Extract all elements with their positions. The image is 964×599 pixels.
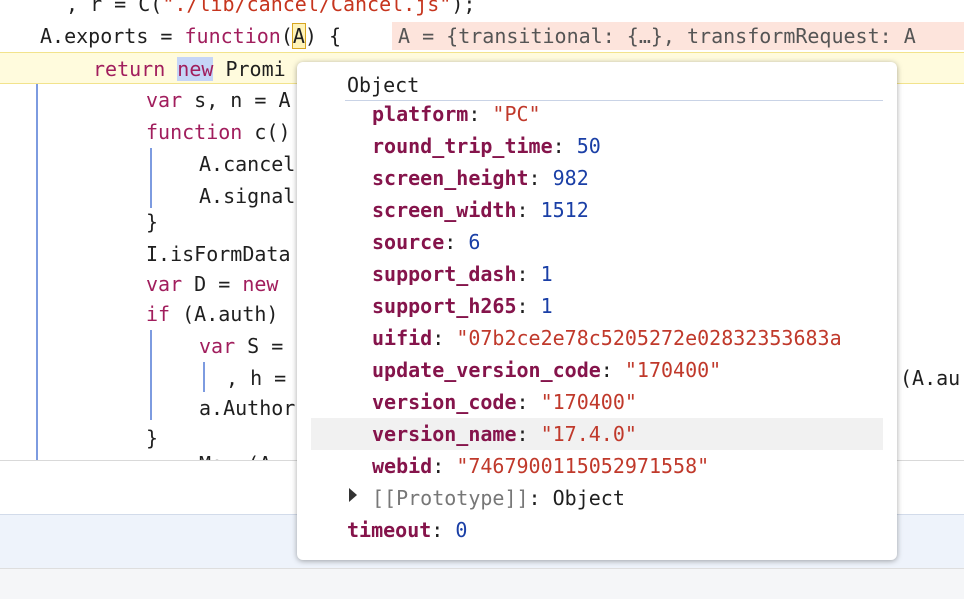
code-line: function c()	[146, 120, 291, 144]
property-value: 982	[552, 166, 589, 190]
property-row[interactable]: platform: "PC"	[372, 98, 541, 130]
timeout-property[interactable]: timeout: 0	[347, 514, 467, 546]
property-key: support_dash	[372, 262, 517, 286]
property-key: version_name	[372, 422, 517, 446]
expand-triangle-icon[interactable]	[349, 488, 357, 502]
code-line: a.Author	[199, 396, 296, 420]
code-line: , r = C("./lib/cancel/Cancel.js");	[66, 0, 476, 16]
property-value: 6	[468, 230, 481, 254]
code-line: var D = new	[146, 272, 279, 296]
property-value: "PC"	[492, 102, 541, 126]
code-line: A.signal	[199, 184, 296, 208]
property-value: 1	[540, 262, 553, 286]
object-preview-popover[interactable]: Object platform: "PC" round_trip_time: 50…	[297, 62, 897, 560]
popover-title: Object	[347, 73, 420, 97]
property-key: platform	[372, 102, 469, 126]
indent-guide	[203, 362, 205, 392]
code-line: var S =	[199, 334, 284, 358]
property-row[interactable]: screen_width: 1512	[372, 194, 589, 226]
property-row[interactable]: screen_height: 982	[372, 162, 589, 194]
code-line: I.isFormData	[146, 242, 291, 266]
property-value: 1	[540, 294, 553, 318]
code-line: var s, n = A	[146, 88, 291, 112]
selected-text: new	[177, 57, 214, 81]
property-key: round_trip_time	[372, 134, 553, 158]
property-value: "170400"	[540, 390, 637, 414]
property-value: 50	[576, 134, 601, 158]
prototype-row[interactable]: [[Prototype]]: Object	[372, 482, 625, 514]
code-line: , h =	[226, 366, 287, 390]
property-key: update_version_code	[372, 358, 601, 382]
indent-guide	[150, 148, 152, 208]
drawer-row[interactable]	[0, 568, 964, 599]
code-line: A.cancel	[199, 152, 296, 176]
indent-guide	[36, 84, 38, 460]
property-row[interactable]: update_version_code: "170400"	[372, 354, 721, 386]
property-row[interactable]: support_h265: 1	[372, 290, 553, 322]
inline-variable-value: A = {transitional: {…}, transformRequest…	[392, 22, 964, 50]
property-row[interactable]: source: 6	[372, 226, 480, 258]
code-line-function-declaration: A.exports = function(A) {	[40, 23, 342, 49]
property-key: screen_height	[372, 166, 529, 190]
property-value: "170400"	[624, 358, 722, 382]
property-key: uifid	[372, 326, 433, 350]
code-line: }	[146, 210, 159, 234]
code-line: Mo (A	[199, 448, 271, 460]
property-value: "07b2ce2e78c5205272e02832353683a	[456, 326, 842, 350]
property-key: support_h265	[372, 294, 517, 318]
indent-guide	[150, 330, 152, 420]
property-key: webid	[372, 454, 433, 478]
property-value: "17.4.0"	[540, 422, 637, 446]
property-row[interactable]: support_dash: 1	[372, 258, 553, 290]
property-row[interactable]: version_code: "170400"	[372, 386, 637, 418]
property-row[interactable]: round_trip_time: 50	[372, 130, 601, 162]
code-line-overflow: (A.au	[900, 366, 961, 390]
property-key: source	[372, 230, 445, 254]
code-line: if (A.auth)	[146, 302, 279, 326]
property-value: 1512	[540, 198, 589, 222]
property-row[interactable]: version_name: "17.4.0"	[311, 418, 883, 450]
property-key: screen_width	[372, 198, 517, 222]
hovered-token[interactable]: A	[291, 23, 306, 49]
property-value: "7467900115052971558"	[456, 454, 710, 478]
property-key: version_code	[372, 390, 517, 414]
property-row[interactable]: uifid: "07b2ce2e78c5205272e02832353683a	[372, 322, 842, 354]
code-line: }	[146, 426, 159, 450]
property-row[interactable]: webid: "7467900115052971558"	[372, 450, 709, 482]
